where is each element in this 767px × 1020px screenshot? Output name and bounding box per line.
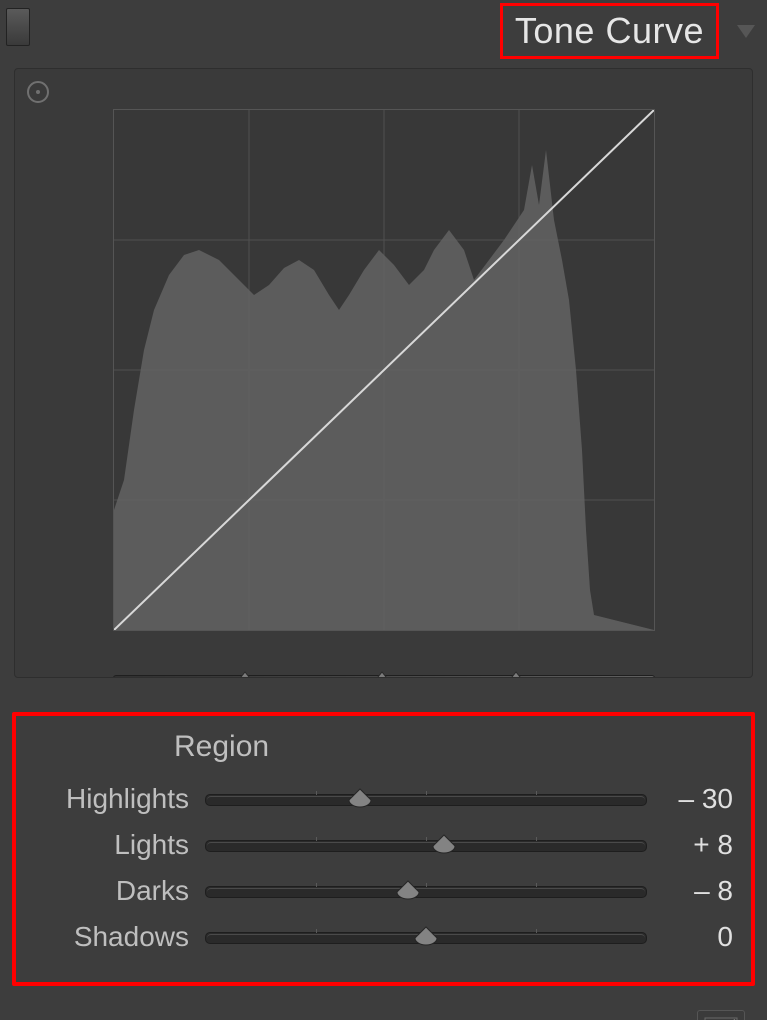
- panel-footer: Point Curve : Linear ▲▼: [24, 1010, 745, 1020]
- targeted-adjustment-icon[interactable]: [27, 81, 49, 103]
- darks-thumb[interactable]: [396, 880, 420, 900]
- curve-graph-wrap: [113, 109, 653, 669]
- split-handle-highlights[interactable]: [506, 670, 526, 678]
- darks-slider[interactable]: [205, 886, 647, 898]
- split-handle-mid[interactable]: [372, 670, 392, 678]
- region-heading: Region: [174, 730, 733, 764]
- range-split-bar: [113, 675, 655, 678]
- highlights-row: Highlights – 30: [34, 776, 733, 822]
- shadows-slider[interactable]: [205, 932, 647, 944]
- darks-label: Darks: [34, 875, 205, 907]
- highlights-slider[interactable]: [205, 794, 647, 806]
- curve-area: [14, 68, 753, 678]
- lights-value[interactable]: + 8: [647, 829, 733, 861]
- highlights-label: Highlights: [34, 783, 205, 815]
- highlights-value[interactable]: – 30: [647, 783, 733, 815]
- panel-switch[interactable]: [6, 8, 30, 46]
- collapse-triangle-icon[interactable]: [737, 25, 755, 38]
- lights-thumb[interactable]: [432, 834, 456, 854]
- panel-title: Tone Curve: [515, 10, 704, 52]
- panel-title-highlight: Tone Curve: [500, 3, 719, 59]
- shadows-label: Shadows: [34, 921, 205, 953]
- region-sliders-highlight: Region Highlights – 30 Lights + 8 Dark: [12, 712, 755, 986]
- split-handle-shadows[interactable]: [235, 670, 255, 678]
- shadows-row: Shadows 0: [34, 914, 733, 960]
- shadows-value[interactable]: 0: [647, 921, 733, 953]
- lights-row: Lights + 8: [34, 822, 733, 868]
- point-curve-editor-button[interactable]: [697, 1010, 745, 1020]
- highlights-thumb[interactable]: [348, 788, 372, 808]
- shadows-thumb[interactable]: [414, 926, 438, 946]
- darks-row: Darks – 8: [34, 868, 733, 914]
- tone-curve-graph[interactable]: [113, 109, 655, 631]
- lights-slider[interactable]: [205, 840, 647, 852]
- darks-value[interactable]: – 8: [647, 875, 733, 907]
- tone-curve-panel: Tone Curve: [0, 0, 767, 1020]
- panel-header: Tone Curve: [0, 0, 767, 62]
- lights-label: Lights: [34, 829, 205, 861]
